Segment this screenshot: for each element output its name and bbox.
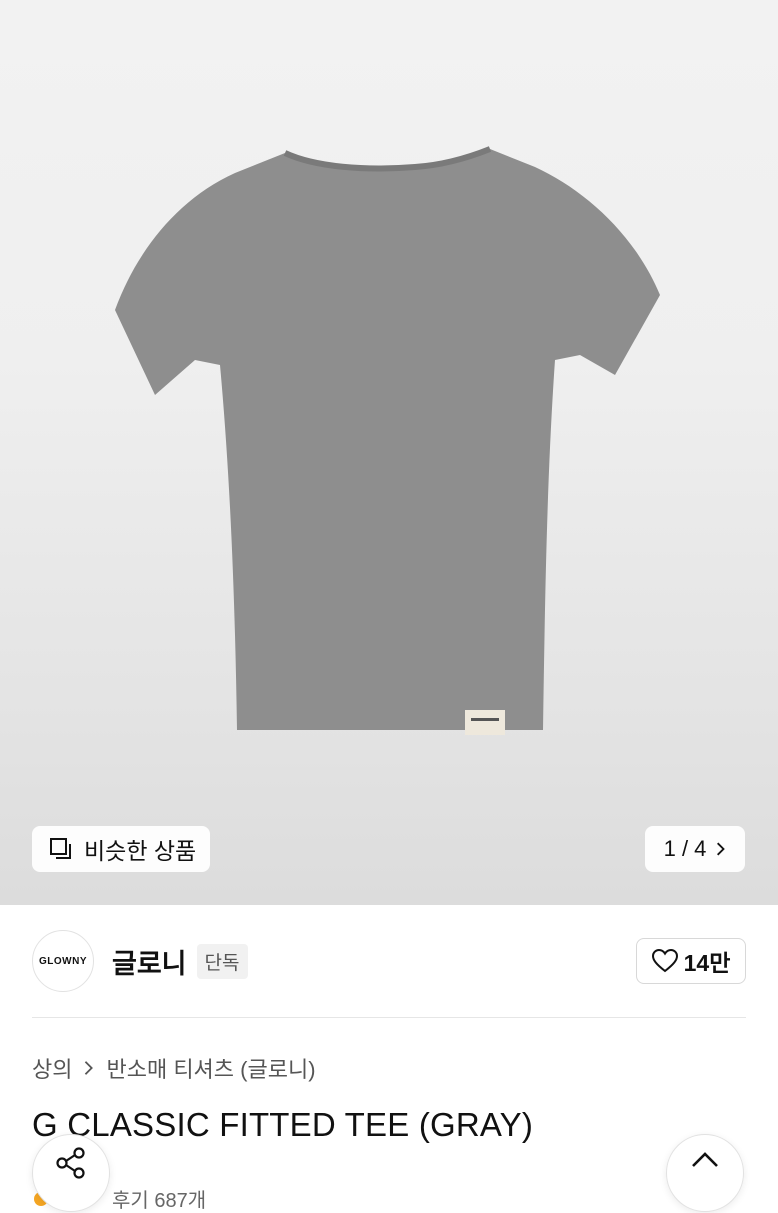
share-button[interactable] [32,1134,110,1212]
product-image-gallery[interactable]: 비슷한 상품 1 / 4 [0,0,778,905]
product-image [115,146,660,735]
similar-products-button[interactable]: 비슷한 상품 [32,826,211,872]
section-divider [32,1017,746,1018]
similar-products-label: 비슷한 상품 [84,838,197,864]
brand-logo[interactable]: GLOWNY [32,930,94,992]
share-icon [56,1147,85,1179]
brand-row: GLOWNY 글로니 단독 14만 [32,930,746,992]
breadcrumb-category[interactable]: 상의 [32,1052,72,1084]
scroll-to-top-button[interactable] [666,1134,744,1212]
review-count[interactable]: 후기 687개 [112,1184,206,1213]
chevron-up-icon [692,1152,718,1167]
chevron-right-icon [717,842,726,856]
like-count: 14만 [683,950,731,976]
heart-outline-icon [651,949,678,973]
exclusive-badge: 단독 [196,943,248,979]
product-title: G CLASSIC FITTED TEE (GRAY) [32,1106,534,1143]
brand-name[interactable]: 글로니 [112,942,187,981]
page-indicator: 1 / 4 [663,836,707,861]
breadcrumb-subcategory[interactable]: 반소매 티셔츠 (글로니) [106,1052,315,1084]
breadcrumb: 상의 반소매 티셔츠 (글로니) [32,1052,316,1084]
image-pager[interactable]: 1 / 4 [645,826,745,872]
chevron-right-icon [85,1061,94,1075]
similar-items-icon [50,838,71,859]
like-button[interactable]: 14만 [636,938,746,984]
brand-logo-text: GLOWNY [39,955,87,967]
